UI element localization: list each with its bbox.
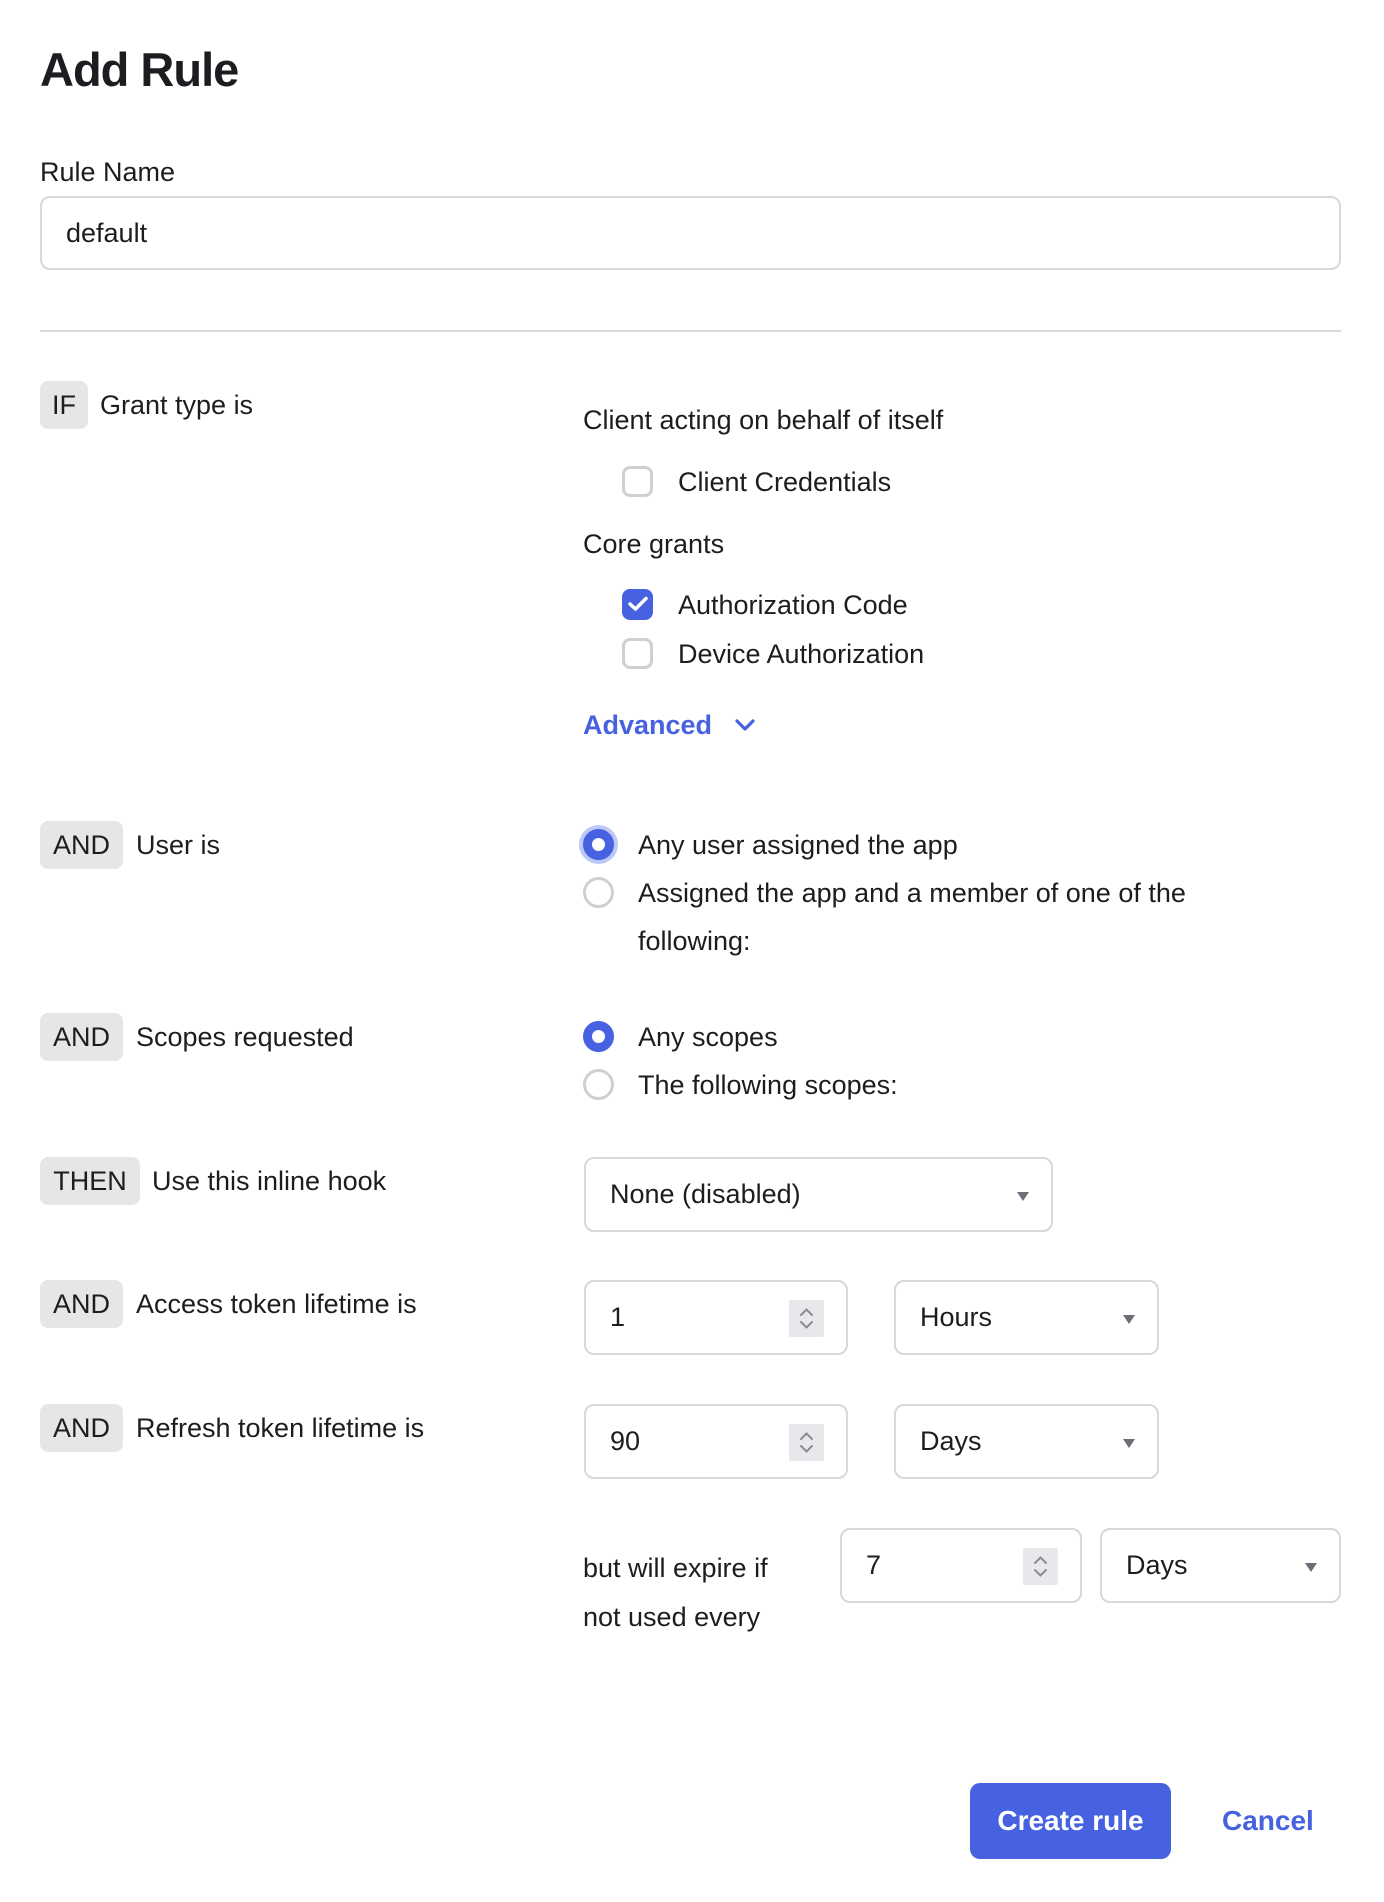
dropdown-arrow-icon — [1305, 1563, 1317, 1572]
expire-label-line1: but will expire if — [583, 1553, 768, 1583]
if-badge: IF — [40, 381, 88, 429]
grant-type-label: Grant type is — [100, 390, 254, 420]
expire-value: 7 — [866, 1550, 882, 1580]
device-authorization-checkbox[interactable] — [622, 638, 653, 669]
user-any-label[interactable]: Any user assigned the app — [638, 828, 958, 862]
chevron-down-icon — [735, 719, 755, 731]
scopes-following-label[interactable]: The following scopes: — [638, 1068, 898, 1102]
refresh-token-unit: Days — [920, 1426, 982, 1456]
scopes-condition-label: Scopes requested — [136, 1022, 354, 1052]
rule-name-label: Rule Name — [40, 157, 176, 187]
user-condition-label: User is — [136, 830, 221, 860]
access-token-value-stepper[interactable]: 1 — [584, 1280, 848, 1355]
device-authorization-label[interactable]: Device Authorization — [678, 637, 924, 671]
and-badge-user: AND — [40, 821, 123, 869]
refresh-token-value: 90 — [610, 1426, 641, 1456]
create-rule-button[interactable]: Create rule — [970, 1783, 1171, 1859]
and-badge-refresh: AND — [40, 1404, 123, 1452]
user-group-radio[interactable] — [583, 877, 614, 908]
advanced-label: Advanced — [583, 710, 713, 740]
inline-hook-label: Use this inline hook — [152, 1166, 387, 1196]
scopes-any-label[interactable]: Any scopes — [638, 1020, 778, 1054]
expire-value-stepper[interactable]: 7 — [840, 1528, 1082, 1603]
rule-name-input[interactable]: default — [40, 196, 1341, 270]
scopes-following-radio[interactable] — [583, 1069, 614, 1100]
advanced-toggle[interactable]: Advanced — [583, 708, 756, 742]
expire-label-line2: not used every — [583, 1602, 761, 1632]
dropdown-arrow-icon — [1123, 1439, 1135, 1448]
and-badge-scopes: AND — [40, 1013, 123, 1061]
dropdown-arrow-icon — [1017, 1192, 1029, 1201]
stepper-arrows-icon[interactable] — [1023, 1548, 1058, 1585]
and-badge-access: AND — [40, 1280, 123, 1328]
authorization-code-checkbox[interactable] — [622, 589, 653, 620]
inline-hook-select[interactable]: None (disabled) — [584, 1157, 1053, 1232]
access-token-unit-select[interactable]: Hours — [894, 1280, 1159, 1355]
user-any-radio[interactable] — [583, 829, 614, 860]
authorization-code-label[interactable]: Authorization Code — [678, 588, 908, 622]
refresh-token-value-stepper[interactable]: 90 — [584, 1404, 848, 1479]
client-credentials-checkbox[interactable] — [622, 466, 653, 497]
user-group-label-line2[interactable]: following: — [638, 924, 751, 958]
then-badge: THEN — [40, 1157, 140, 1205]
access-token-value: 1 — [610, 1302, 626, 1332]
checkmark-icon — [628, 596, 648, 611]
stepper-arrows-icon[interactable] — [789, 1424, 824, 1461]
expire-unit: Days — [1126, 1550, 1188, 1580]
expire-unit-select[interactable]: Days — [1100, 1528, 1341, 1603]
inline-hook-value: None (disabled) — [610, 1179, 801, 1209]
cancel-button[interactable]: Cancel — [1222, 1783, 1314, 1859]
section-divider — [40, 330, 1341, 332]
user-group-label-line1[interactable]: Assigned the app and a member of one of … — [638, 876, 1186, 910]
dialog-title: Add Rule — [40, 43, 239, 96]
refresh-token-label: Refresh token lifetime is — [136, 1413, 425, 1443]
stepper-arrows-icon[interactable] — [789, 1300, 824, 1337]
access-token-unit: Hours — [920, 1302, 993, 1332]
dropdown-arrow-icon — [1123, 1315, 1135, 1324]
core-grants-label: Core grants — [583, 529, 725, 559]
access-token-label: Access token lifetime is — [136, 1289, 417, 1319]
client-credentials-label[interactable]: Client Credentials — [678, 465, 891, 499]
scopes-any-radio[interactable] — [583, 1021, 614, 1052]
refresh-token-unit-select[interactable]: Days — [894, 1404, 1159, 1479]
client-group-label: Client acting on behalf of itself — [583, 405, 944, 435]
